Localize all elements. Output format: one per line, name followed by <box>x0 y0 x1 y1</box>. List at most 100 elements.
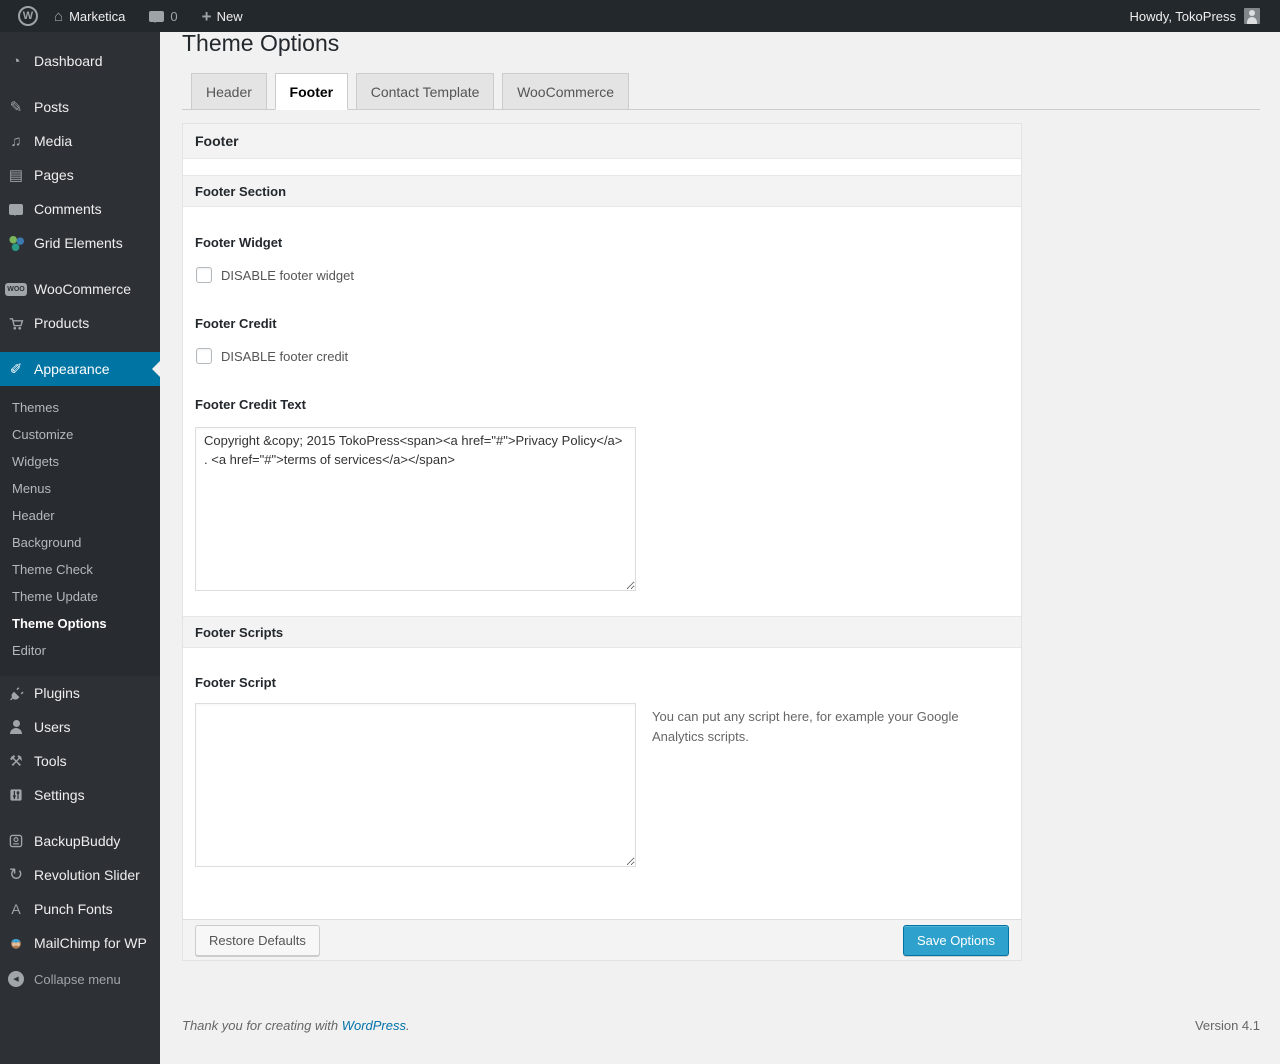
sidebar-item-grid-elements[interactable]: Grid Elements <box>0 226 160 260</box>
footer-credit-text-input[interactable]: Copyright &copy; 2015 TokoPress<span><a … <box>195 427 636 591</box>
sidebar-item-products[interactable]: Products <box>0 306 160 340</box>
sidebar-item-tools[interactable]: ⚒ Tools <box>0 744 160 778</box>
version-text: Version 4.1 <box>1194 1018 1260 1033</box>
sidebar-item-plugins[interactable]: Plugins <box>0 676 160 710</box>
theme-options-panel: Footer Footer Section Footer Widget DISA… <box>182 123 1022 961</box>
tab-bar: Header Footer Contact Template WooCommer… <box>182 73 1260 110</box>
letter-a-icon: A <box>11 901 21 917</box>
footer-credit-text-label: Footer Credit Text <box>195 397 306 412</box>
footer-credit-checkbox-row: DISABLE footer credit <box>195 348 1009 364</box>
sidebar-item-label: Appearance <box>34 361 110 377</box>
menu-separator <box>0 260 160 272</box>
appearance-submenu: Themes Customize Widgets Menus Header Ba… <box>0 386 160 676</box>
howdy-text: Howdy, TokoPress <box>1129 8 1236 24</box>
sidebar-item-punch-fonts[interactable]: A Punch Fonts <box>0 892 160 926</box>
panel-spacer <box>183 159 1021 175</box>
account-menu[interactable]: Howdy, TokoPress <box>1122 0 1268 32</box>
sidebar-item-label: BackupBuddy <box>34 833 121 849</box>
disable-footer-credit-checkbox[interactable] <box>196 348 212 364</box>
cart-icon <box>6 315 26 332</box>
disable-footer-widget-label: DISABLE footer widget <box>221 267 354 283</box>
sidebar-item-label: Tools <box>34 753 67 769</box>
submenu-item-theme-update[interactable]: Theme Update <box>0 583 160 610</box>
submenu-item-editor[interactable]: Editor <box>0 637 160 664</box>
mailchimp-monkey-icon <box>6 935 26 951</box>
submenu-item-themes[interactable]: Themes <box>0 394 160 421</box>
pages-icon: ▤ <box>8 167 24 184</box>
settings-sliders-icon <box>6 787 26 803</box>
sidebar-item-label: Settings <box>34 787 85 803</box>
backup-drive-icon <box>6 833 26 849</box>
comments-icon <box>6 203 26 216</box>
sidebar-item-backupbuddy[interactable]: BackupBuddy <box>0 824 160 858</box>
sidebar-item-posts[interactable]: ✎ Posts <box>0 90 160 124</box>
sidebar-item-label: Grid Elements <box>34 235 123 251</box>
sidebar-item-label: Revolution Slider <box>34 867 140 883</box>
submenu-item-customize[interactable]: Customize <box>0 421 160 448</box>
wordpress-logo-icon: W <box>18 6 38 26</box>
thanks-prefix: Thank you for creating with <box>182 1018 339 1033</box>
tab-footer[interactable]: Footer <box>274 73 349 110</box>
footer-section-content: Footer Widget DISABLE footer widget Foot… <box>183 235 1021 616</box>
tab-woocommerce[interactable]: WooCommerce <box>502 73 630 110</box>
sidebar-item-mailchimp[interactable]: MailChimp for WP <box>0 926 160 960</box>
page-footer: Thank you for creating with WordPress. V… <box>182 1018 1260 1051</box>
sidebar-item-woocommerce[interactable]: WOO WooCommerce <box>0 272 160 306</box>
submenu-item-menus[interactable]: Menus <box>0 475 160 502</box>
save-options-button[interactable]: Save Options <box>902 924 1009 956</box>
media-icon: ♫ <box>10 132 22 150</box>
home-icon: ⌂ <box>54 7 64 25</box>
tab-contact-template[interactable]: Contact Template <box>355 73 495 110</box>
tab-header[interactable]: Header <box>191 73 267 110</box>
footer-section-header: Footer Section <box>183 175 1021 207</box>
sidebar-item-pages[interactable]: ▤ Pages <box>0 158 160 192</box>
admin-bar-right: Howdy, TokoPress <box>1122 0 1280 32</box>
disable-footer-widget-checkbox[interactable] <box>196 267 212 283</box>
sidebar-item-appearance[interactable]: ✐ Appearance <box>0 352 160 386</box>
footer-script-input[interactable] <box>195 703 636 867</box>
sidebar-item-users[interactable]: Users <box>0 710 160 744</box>
sidebar-item-label: MailChimp for WP <box>34 935 147 951</box>
footer-scripts-content: Footer Script You can put any script her… <box>183 675 1021 919</box>
sidebar-item-label: Comments <box>34 201 102 217</box>
grid-elements-icon <box>6 235 26 252</box>
submenu-item-background[interactable]: Background <box>0 529 160 556</box>
collapse-menu-label: Collapse menu <box>34 971 121 987</box>
comments-shortcut[interactable]: 0 <box>141 0 185 32</box>
sidebar-item-media[interactable]: ♫ Media <box>0 124 160 158</box>
submenu-item-theme-check[interactable]: Theme Check <box>0 556 160 583</box>
sidebar-item-label: Dashboard <box>34 53 103 69</box>
sidebar-item-label: WooCommerce <box>34 281 131 297</box>
tools-icon: ⚒ <box>9 753 23 770</box>
wordpress-logo-button[interactable]: W <box>10 0 46 32</box>
dashboard-icon: ◔ <box>11 52 21 70</box>
submenu-item-widgets[interactable]: Widgets <box>0 448 160 475</box>
thanks-period: . <box>406 1018 410 1033</box>
plug-icon <box>6 685 26 702</box>
collapse-menu-button[interactable]: ◀ Collapse menu <box>0 962 160 996</box>
disable-footer-credit-label: DISABLE footer credit <box>221 348 349 364</box>
panel-footer: Restore Defaults Save Options <box>183 919 1021 960</box>
user-icon <box>6 719 26 735</box>
comment-bubble-icon <box>149 10 165 23</box>
sidebar-item-comments[interactable]: Comments <box>0 192 160 226</box>
submenu-item-theme-options[interactable]: Theme Options <box>0 610 160 637</box>
menu-separator <box>0 78 160 90</box>
new-label: New <box>216 8 243 24</box>
main-content: Theme Options Header Footer Contact Temp… <box>160 0 1280 1051</box>
site-link[interactable]: ⌂ Marketica <box>46 0 133 32</box>
menu-separator <box>0 340 160 352</box>
sidebar-item-revolution-slider[interactable]: ↻ Revolution Slider <box>0 858 160 892</box>
footer-scripts-section-header: Footer Scripts <box>183 616 1021 648</box>
sidebar-item-label: Plugins <box>34 685 80 701</box>
admin-sidebar: ◔ Dashboard ✎ Posts ♫ Media ▤ Pages Comm… <box>0 32 160 1064</box>
new-content-button[interactable]: + New <box>194 0 251 32</box>
wordpress-link[interactable]: WordPress <box>342 1018 406 1033</box>
sidebar-item-settings[interactable]: Settings <box>0 778 160 812</box>
submenu-item-header[interactable]: Header <box>0 502 160 529</box>
sidebar-item-label: Products <box>34 315 90 331</box>
sidebar-item-dashboard[interactable]: ◔ Dashboard <box>0 44 160 78</box>
comment-count: 0 <box>170 8 178 24</box>
restore-defaults-button[interactable]: Restore Defaults <box>195 924 320 956</box>
admin-bar-left: W ⌂ Marketica 0 + New <box>0 0 251 32</box>
